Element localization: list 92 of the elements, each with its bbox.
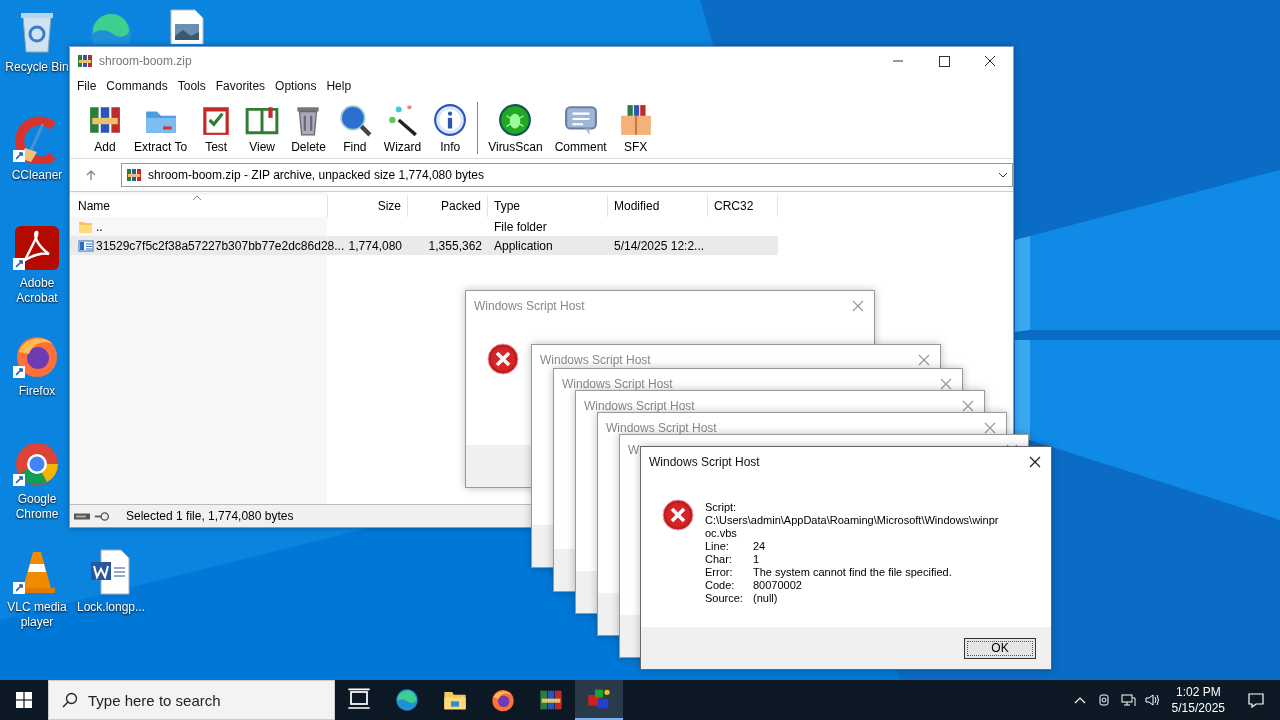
archive-books-icon — [539, 688, 563, 712]
drive-icon — [74, 511, 90, 521]
message-label: Error: — [705, 566, 734, 579]
dialog-title: Windows Script Host — [649, 455, 760, 469]
dialog-title: Windows Script Host — [584, 399, 695, 413]
table-cell: 5/14/2025 12:2... — [614, 238, 705, 253]
colored-cubes-icon — [587, 687, 611, 711]
desktop-icon-label[interactable]: Google Chrome — [1, 492, 73, 522]
desktop-icon-label[interactable]: VLC media player — [1, 600, 73, 630]
toolbar-button[interactable]: Info — [427, 103, 474, 154]
search-icon — [337, 103, 372, 137]
key-icon — [94, 511, 110, 521]
window-title: shroom-boom.zip — [99, 54, 193, 68]
bug-icon — [498, 103, 533, 137]
firefox-icon — [491, 688, 515, 712]
menu-item[interactable]: Tools — [172, 77, 211, 95]
sort-caret-icon — [192, 195, 202, 201]
message-text: 1 — [753, 553, 760, 566]
dialog-title: Windows Script Host — [562, 377, 673, 391]
file-row[interactable]: 31529c7f5c2f38a57227b307bb77e2dc86d28... 1,774,080 1,355,362 Application 5/14/2025 12:2... — [70, 236, 778, 255]
speech-bubble-icon — [563, 103, 598, 137]
toolbar-button[interactable]: SFX — [612, 103, 659, 154]
column-header[interactable]: Modified — [608, 195, 708, 217]
search-icon — [62, 692, 78, 708]
message-label: Script: — [705, 501, 738, 514]
table-cell: 1,355,362 — [428, 238, 482, 253]
menu-item[interactable]: Help — [321, 77, 357, 95]
message-text: (null) — [753, 592, 778, 605]
toolbar-button[interactable]: View — [239, 103, 286, 154]
desktop-icon-label[interactable]: Adobe Acrobat — [1, 276, 73, 306]
message-label: Source: — [705, 592, 744, 605]
table-cell: File folder — [494, 219, 547, 234]
table-cell: .. — [96, 219, 103, 234]
dialog-title: W — [628, 443, 640, 457]
message-label: Code: — [705, 579, 736, 592]
archive-icon — [77, 53, 93, 69]
application-icon — [78, 237, 94, 254]
toolbar-button[interactable]: Delete — [285, 103, 332, 154]
toolbar-button[interactable]: VirusScan — [482, 103, 549, 154]
column-header[interactable]: CRC32 — [708, 195, 778, 217]
desktop-icon-label[interactable]: Firefox — [18, 384, 56, 399]
clock-date[interactable]: 5/15/2025 — [1171, 700, 1225, 716]
menu-item[interactable]: File — [72, 77, 102, 95]
status-text: Selected 1 file, 1,774,080 bytes — [126, 509, 294, 523]
network-icon[interactable] — [1119, 692, 1136, 708]
table-cell: 31529c7f5c2f38a57227b307bb77e2dc86d28... — [96, 238, 345, 253]
table-cell: Application — [494, 238, 553, 253]
error-icon — [487, 343, 519, 375]
search-field[interactable]: Type here to search — [48, 680, 335, 720]
error-icon — [662, 499, 694, 531]
message-text: 24 — [753, 540, 766, 553]
menu-item[interactable]: Favorites — [210, 77, 271, 95]
chrome-icon[interactable] — [13, 440, 61, 488]
message-text: The system cannot find the file specified. — [753, 566, 952, 579]
message-label: Line: — [705, 540, 730, 553]
toolbar-button[interactable]: Add — [82, 103, 128, 154]
dialog-title: Windows Script Host — [606, 421, 717, 435]
task-view-icon — [347, 688, 371, 712]
dialog-title: Windows Script Host — [540, 353, 651, 367]
desktop-icon-label[interactable]: CCleaner — [11, 168, 63, 183]
message-text: C:\Users\admin\AppData\Roaming\Microsoft\Windows\winproc.vbs — [705, 514, 1000, 540]
speaker-icon[interactable] — [1143, 692, 1160, 708]
toolbar-button[interactable]: Extract To — [128, 103, 194, 154]
menu-item[interactable]: Commands — [101, 77, 173, 95]
menu-item[interactable]: Options — [270, 77, 322, 95]
toolbar-button[interactable]: Wizard — [377, 103, 428, 154]
column-header[interactable]: Size — [328, 195, 408, 217]
dialog-title: Windows Script Host — [474, 299, 585, 313]
up-arrow-icon[interactable] — [85, 169, 97, 181]
info-icon — [433, 103, 468, 137]
address-field[interactable]: shroom-boom.zip - ZIP archive, unpacked size 1,774,080 bytes — [121, 163, 1013, 187]
box-icon — [618, 103, 653, 137]
toolbar-button[interactable]: Comment — [548, 103, 613, 154]
edge-icon — [395, 688, 419, 712]
acrobat-icon[interactable] — [13, 224, 61, 272]
desktop-icon-label[interactable]: Lock.longp... — [76, 600, 145, 615]
desktop-icon-label[interactable]: Recycle Bin — [5, 60, 69, 75]
table-cell: 1,774,080 — [348, 238, 402, 253]
column-header[interactable]: Type — [488, 195, 608, 217]
windows-logo-icon — [16, 692, 32, 708]
toolbar-button[interactable]: Test — [193, 103, 240, 154]
ok-button[interactable]: OK — [964, 637, 1036, 659]
toolbar-button[interactable]: Find — [331, 103, 378, 154]
column-header[interactable]: Name — [70, 195, 328, 217]
archive-icon — [126, 167, 142, 183]
close-button[interactable] — [1029, 456, 1041, 468]
file-row[interactable]: .. File folder — [70, 217, 1013, 236]
notification-icon[interactable] — [1247, 691, 1265, 709]
message-label: Char: — [705, 553, 733, 566]
clock-time[interactable]: 1:02 PM — [1175, 684, 1221, 700]
message-text: 80070002 — [753, 579, 802, 592]
column-header[interactable]: Packed — [408, 195, 488, 217]
